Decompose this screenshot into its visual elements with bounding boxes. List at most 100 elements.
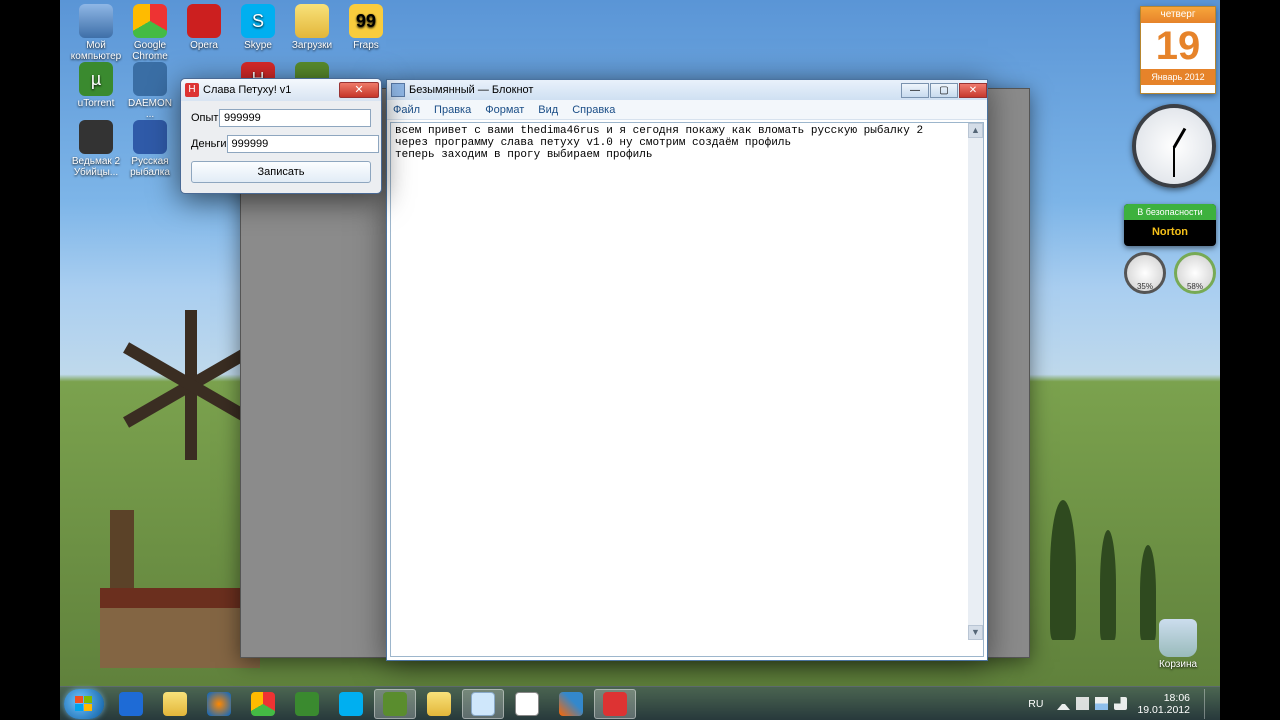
taskbar-notepad[interactable] [462,689,504,719]
taskbar-chrome[interactable] [242,689,284,719]
icon-label: Opera [190,40,218,51]
utorrent-icon [295,692,319,716]
show-desktop-button[interactable] [1204,689,1214,719]
tray-time: 18:06 [1137,692,1190,704]
icon-label: Загрузки [292,40,332,51]
notepad-titlebar[interactable]: Безымянный — Блокнот — ▢ ✕ [387,80,987,100]
menu-format[interactable]: Формат [485,104,524,116]
notepad-window[interactable]: Безымянный — Блокнот — ▢ ✕ Файл Правка Ф… [386,79,988,661]
folder-icon [427,692,451,716]
folder-icon [295,4,329,38]
taskbar: RU 18:06 19.01.2012 [60,686,1220,720]
exp-input[interactable] [219,109,371,127]
menu-help[interactable]: Справка [572,104,615,116]
tray-flag-icon[interactable] [1076,697,1089,710]
wallpaper-church [100,560,260,660]
skype-icon: S [241,4,275,38]
desktop-icon-fishing[interactable]: Русскаярыбалка [124,120,176,178]
minimize-button[interactable]: — [901,83,929,98]
calendar-gadget[interactable]: четверг 19 Январь 2012 [1140,6,1216,94]
taskbar-paint[interactable] [506,689,548,719]
opera-icon [187,4,221,38]
close-button[interactable]: ✕ [339,82,379,98]
desktop-icon-fraps[interactable]: 99 Fraps [340,4,392,51]
icon-label: Fraps [353,40,379,51]
calendar-day: 19 [1141,23,1215,69]
tray-date: 19.01.2012 [1137,704,1190,716]
desktop-icon-opera[interactable]: Opera [178,4,230,51]
maximize-button[interactable]: ▢ [930,83,958,98]
icon-label: Русскаярыбалка [130,156,170,178]
tray-icons [1057,697,1127,710]
wallpaper-windmill [130,330,250,450]
desktop-icon-trash[interactable]: Корзина [1152,619,1204,670]
notepad-menubar: Файл Правка Формат Вид Справка [387,100,987,120]
taskbar-photos[interactable] [550,689,592,719]
desktop-icon-downloads[interactable]: Загрузки [286,4,338,51]
close-button[interactable]: ✕ [959,83,987,98]
skype-icon [339,692,363,716]
desktop-icon-skype[interactable]: S Skype [232,4,284,51]
notepad-title-text: Безымянный — Блокнот [409,84,533,96]
norton-gadget[interactable]: В безопасности Norton [1124,204,1216,246]
taskbar-explorer[interactable] [154,689,196,719]
write-button[interactable]: Записать [191,161,371,183]
menu-file[interactable]: Файл [393,104,420,116]
taskbar-slava[interactable] [594,689,636,719]
clock-gadget[interactable] [1132,104,1216,188]
fraps-icon: 99 [349,4,383,38]
calendar-month: Январь 2012 [1141,69,1215,85]
icon-label: Мойкомпьютер [71,40,121,62]
slava-titlebar[interactable]: H Слава Петуху! v1 ✕ [181,79,381,101]
taskbar-ie[interactable] [110,689,152,719]
utorrent-icon: µ [79,62,113,96]
notepad-scrollbar[interactable]: ▲ ▼ [968,123,983,640]
norton-brand: Norton [1124,220,1216,244]
trash-icon [1159,619,1197,657]
tray-overflow-icon[interactable] [1057,697,1070,710]
money-input[interactable] [227,135,379,153]
tray-clock[interactable]: 18:06 19.01.2012 [1137,692,1190,716]
paint-icon [515,692,539,716]
desktop: Мойкомпьютер GoogleChrome Opera S Skype … [60,0,1220,720]
witcher-icon [79,120,113,154]
taskbar-utorrent[interactable] [286,689,328,719]
photo-icon [559,692,583,716]
slava-app-icon: H [185,83,199,97]
money-label: Деньги [191,138,227,150]
slava-window[interactable]: H Слава Петуху! v1 ✕ Опыт Деньги Записат… [180,78,382,194]
scroll-down-icon[interactable]: ▼ [968,625,983,640]
icon-label: GoogleChrome [132,40,168,62]
desktop-icon-witcher[interactable]: Ведьмак 2Убийцы... [70,120,122,178]
desktop-icon-daemon[interactable]: DAEMON ... [124,62,176,120]
norton-status: В безопасности [1124,204,1216,220]
slava-body: Опыт Деньги Записать [181,101,381,191]
icon-label: Корзина [1159,659,1197,670]
camtasia-icon [383,692,407,716]
fishing-icon [133,120,167,154]
taskbar-wmp[interactable] [198,689,240,719]
cpu-gadget[interactable]: 35% 58% [1124,252,1216,296]
tray-volume-icon[interactable] [1114,697,1127,710]
menu-view[interactable]: Вид [538,104,558,116]
menu-edit[interactable]: Правка [434,104,471,116]
icon-label: uTorrent [78,98,115,109]
desktop-icon-my-computer[interactable]: Мойкомпьютер [70,4,122,62]
icon-label: DAEMON ... [128,98,172,120]
notepad-icon [391,83,405,97]
computer-icon [79,4,113,38]
notepad-textarea[interactable]: всем привет с вами thedima46rus и я сего… [390,122,984,657]
notepad-icon [471,692,495,716]
icon-label: Ведьмак 2Убийцы... [72,156,120,178]
tray-network-icon[interactable] [1095,697,1108,710]
scroll-up-icon[interactable]: ▲ [968,123,983,138]
taskbar-camtasia[interactable] [374,689,416,719]
taskbar-folder[interactable] [418,689,460,719]
tray-language[interactable]: RU [1024,696,1047,712]
exp-label: Опыт [191,112,219,124]
taskbar-skype[interactable] [330,689,372,719]
daemon-icon [133,62,167,96]
desktop-icon-chrome[interactable]: GoogleChrome [124,4,176,62]
desktop-icon-utorrent[interactable]: µ uTorrent [70,62,122,109]
start-button[interactable] [64,689,104,719]
